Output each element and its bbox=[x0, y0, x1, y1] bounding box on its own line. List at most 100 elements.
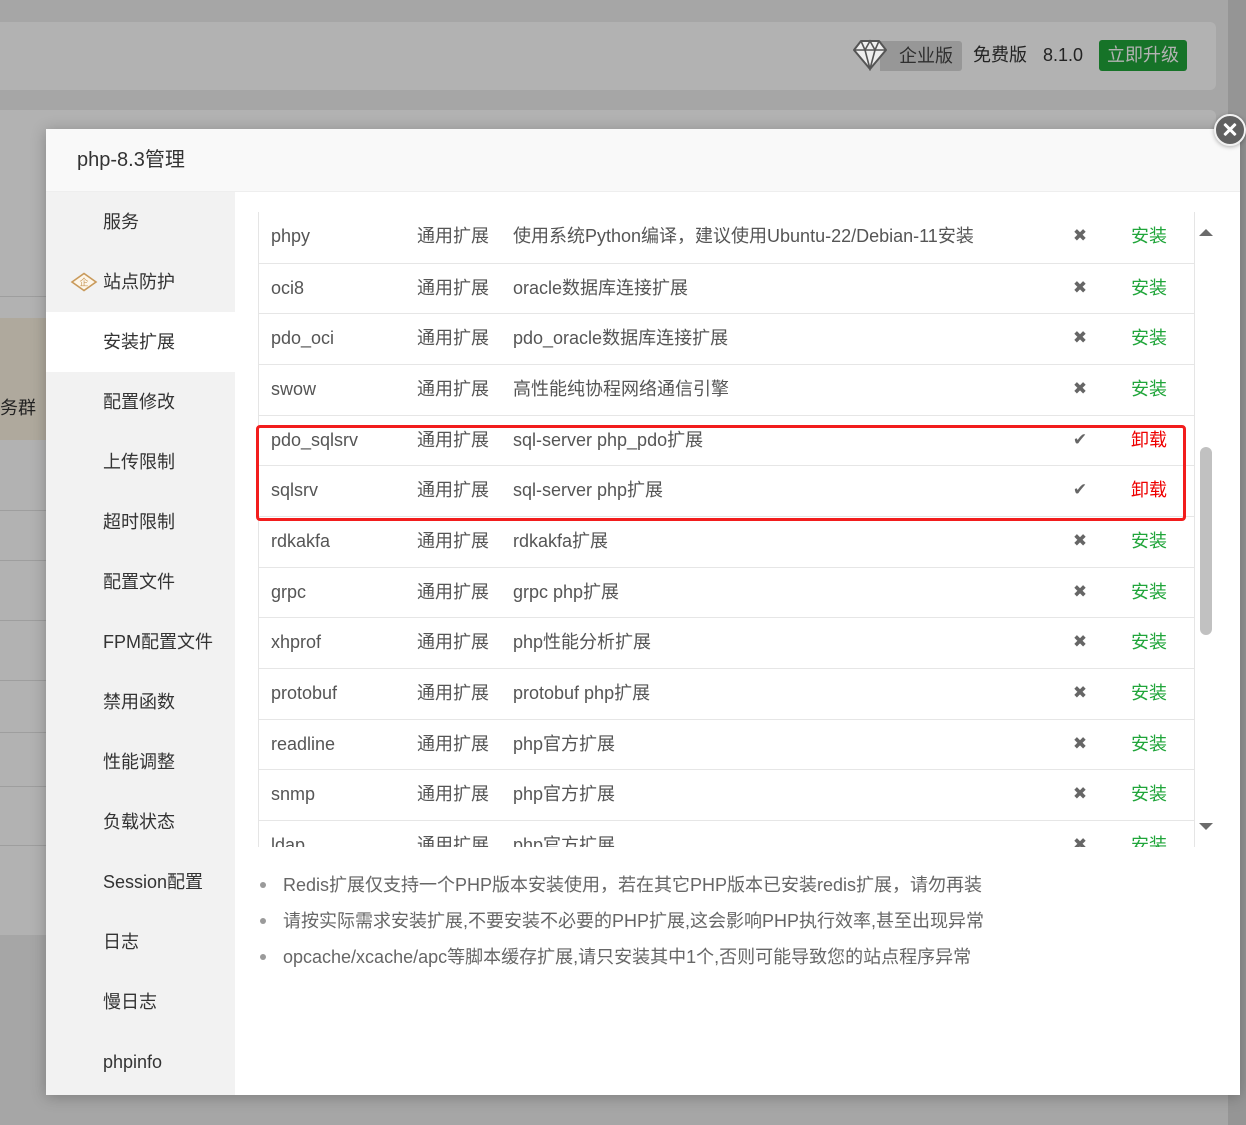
extension-action-link[interactable]: 卸载 bbox=[1131, 416, 1191, 465]
extension-name: xhprof bbox=[271, 632, 322, 653]
extension-action-link[interactable]: 安装 bbox=[1131, 618, 1191, 667]
extension-name: grpc bbox=[271, 581, 307, 602]
extension-action-link[interactable]: 安装 bbox=[1131, 821, 1191, 847]
table-row: rdkakfa 通用扩展 rdkakfa扩展 ✖ 安装 bbox=[259, 515, 1194, 567]
bullet-icon bbox=[260, 882, 266, 888]
sidebar-item-service[interactable]: 服务 bbox=[46, 192, 235, 252]
cross-icon: ✖ bbox=[1072, 682, 1088, 703]
extension-action-link[interactable]: 安装 bbox=[1131, 212, 1191, 261]
sidebar-item-phpinfo[interactable]: phpinfo bbox=[46, 1032, 235, 1092]
tip-text: opcache/xcache/apc等脚本缓存扩展,请只安装其中1个,否则可能导… bbox=[283, 947, 972, 967]
extension-type: 通用扩展 bbox=[417, 328, 489, 349]
sidebar-item-label: 站点防护 bbox=[103, 272, 175, 292]
extension-description: sql-server php_pdo扩展 bbox=[513, 429, 704, 450]
extension-name: pdo_oci bbox=[271, 328, 335, 349]
extension-type: 通用扩展 bbox=[417, 682, 489, 703]
tips-list: Redis扩展仅支持一个PHP版本安装使用，若在其它PHP版本已安装redis扩… bbox=[260, 867, 1220, 975]
extension-action-link[interactable]: 安装 bbox=[1131, 669, 1191, 718]
table-row: snmp 通用扩展 php官方扩展 ✖ 安装 bbox=[259, 769, 1194, 820]
table-row: pdo_sqlsrv 通用扩展 sql-server php_pdo扩展 ✔ 卸… bbox=[259, 414, 1194, 466]
extension-description: 使用系统Python编译，建议使用Ubuntu-22/Debian-11安装 bbox=[513, 226, 974, 246]
cross-icon: ✖ bbox=[1072, 834, 1088, 847]
extension-description: php官方扩展 bbox=[513, 733, 616, 754]
sidebar-item-disabled-functions[interactable]: 禁用函数 bbox=[46, 672, 235, 732]
cross-icon: ✖ bbox=[1072, 226, 1088, 246]
extension-name: phpy bbox=[271, 226, 311, 246]
table-row: ldap 通用扩展 php官方扩展 ✖ 安装 bbox=[259, 819, 1194, 847]
scroll-down-arrow-icon[interactable] bbox=[1199, 823, 1213, 830]
table-row: phpy 通用扩展 使用系统Python编译，建议使用Ubuntu-22/Deb… bbox=[259, 212, 1194, 263]
extension-type: 通用扩展 bbox=[417, 530, 489, 551]
extension-name: swow bbox=[271, 378, 317, 399]
sidebar-item-upload-limit[interactable]: 上传限制 bbox=[46, 432, 235, 492]
extension-action-link[interactable]: 卸载 bbox=[1131, 466, 1191, 515]
extension-name: oci8 bbox=[271, 277, 305, 298]
extension-description: grpc php扩展 bbox=[513, 581, 620, 602]
extension-type: 通用扩展 bbox=[417, 277, 489, 298]
extension-action-link[interactable]: 安装 bbox=[1131, 568, 1191, 617]
extension-action-link[interactable]: 安装 bbox=[1131, 720, 1191, 769]
sidebar-item-load-status[interactable]: 负载状态 bbox=[46, 792, 235, 852]
dialog-title: php-8.3管理 bbox=[46, 129, 1240, 192]
sidebar-item-install-extensions[interactable]: 安装扩展 bbox=[46, 312, 235, 372]
cross-icon: ✖ bbox=[1072, 378, 1088, 399]
sidebar-item-site-protection[interactable]: 企 站点防护 bbox=[46, 252, 235, 312]
extension-description: php性能分析扩展 bbox=[513, 632, 652, 653]
sidebar-item-timeout-limit[interactable]: 超时限制 bbox=[46, 492, 235, 552]
cross-icon: ✖ bbox=[1072, 733, 1088, 754]
diamond-outline bbox=[853, 40, 887, 70]
extension-description: pdo_oracle数据库连接扩展 bbox=[513, 328, 729, 349]
tip-text: 请按实际需求安装扩展,不要安装不必要的PHP扩展,这会影响PHP执行效率,甚至出… bbox=[283, 911, 985, 931]
sidebar-item-fpm-config-file[interactable]: FPM配置文件 bbox=[46, 612, 235, 672]
extension-type: 通用扩展 bbox=[417, 226, 489, 246]
extension-type: 通用扩展 bbox=[417, 581, 489, 602]
extension-description: php官方扩展 bbox=[513, 834, 616, 847]
table-row: readline 通用扩展 php官方扩展 ✖ 安装 bbox=[259, 718, 1194, 770]
extension-description: rdkakfa扩展 bbox=[513, 530, 609, 551]
list-item: opcache/xcache/apc等脚本缓存扩展,请只安装其中1个,否则可能导… bbox=[260, 939, 1220, 975]
extension-description: sql-server php扩展 bbox=[513, 480, 664, 501]
close-dialog-button[interactable] bbox=[1214, 114, 1246, 146]
sidebar-item-log[interactable]: 日志 bbox=[46, 912, 235, 972]
extension-name: protobuf bbox=[271, 682, 338, 703]
sidebar-item-slow-log[interactable]: 慢日志 bbox=[46, 972, 235, 1032]
extension-action-link[interactable]: 安装 bbox=[1131, 264, 1191, 313]
table-row: xhprof 通用扩展 php性能分析扩展 ✖ 安装 bbox=[259, 617, 1194, 668]
sidebar-item-config-file[interactable]: 配置文件 bbox=[46, 552, 235, 612]
check-icon: ✔ bbox=[1072, 429, 1088, 450]
scroll-up-arrow-icon[interactable] bbox=[1199, 229, 1213, 236]
extension-type: 通用扩展 bbox=[417, 784, 489, 805]
cross-icon: ✖ bbox=[1072, 328, 1088, 349]
sidebar-item-session-config[interactable]: Session配置 bbox=[46, 852, 235, 912]
table-row: oci8 通用扩展 oracle数据库连接扩展 ✖ 安装 bbox=[259, 262, 1194, 314]
dialog-sidebar: 服务 企 站点防护 安装扩展 配置修改 上传限制 超时限制 配置文件 FPM配置… bbox=[46, 192, 235, 1095]
table-scrollbar[interactable] bbox=[1197, 212, 1215, 847]
extension-name: sqlsrv bbox=[271, 480, 319, 501]
list-item: Redis扩展仅支持一个PHP版本安装使用，若在其它PHP版本已安装redis扩… bbox=[260, 867, 1220, 903]
extension-description: protobuf php扩展 bbox=[513, 682, 651, 703]
sidebar-item-performance-tuning[interactable]: 性能调整 bbox=[46, 732, 235, 792]
scrollbar-thumb[interactable] bbox=[1200, 447, 1212, 635]
extension-name: readline bbox=[271, 733, 336, 754]
diamond-icon bbox=[853, 39, 887, 71]
sidebar-item-config-edit[interactable]: 配置修改 bbox=[46, 372, 235, 432]
bullet-icon bbox=[260, 918, 266, 924]
check-icon: ✔ bbox=[1072, 480, 1088, 501]
extension-type: 通用扩展 bbox=[417, 429, 489, 450]
extension-description: oracle数据库连接扩展 bbox=[513, 277, 689, 298]
extension-type: 通用扩展 bbox=[417, 480, 489, 501]
extension-type: 通用扩展 bbox=[417, 733, 489, 754]
extension-action-link[interactable]: 安装 bbox=[1131, 365, 1191, 414]
extension-action-link[interactable]: 安装 bbox=[1131, 314, 1191, 363]
extension-type: 通用扩展 bbox=[417, 378, 489, 399]
php-manage-dialog: php-8.3管理 服务 企 站点防护 安装扩展 配置修改 上传限制 超时限制 … bbox=[46, 129, 1240, 1095]
extension-name: snmp bbox=[271, 784, 316, 805]
enterprise-diamond-icon: 企 bbox=[70, 272, 98, 292]
extension-name: rdkakfa bbox=[271, 530, 331, 551]
extension-type: 通用扩展 bbox=[417, 632, 489, 653]
extension-action-link[interactable]: 安装 bbox=[1131, 517, 1191, 566]
extension-action-link[interactable]: 安装 bbox=[1131, 770, 1191, 819]
enterprise-diamond-letter: 企 bbox=[79, 277, 88, 288]
cross-icon: ✖ bbox=[1072, 277, 1088, 298]
cross-icon: ✖ bbox=[1072, 632, 1088, 653]
